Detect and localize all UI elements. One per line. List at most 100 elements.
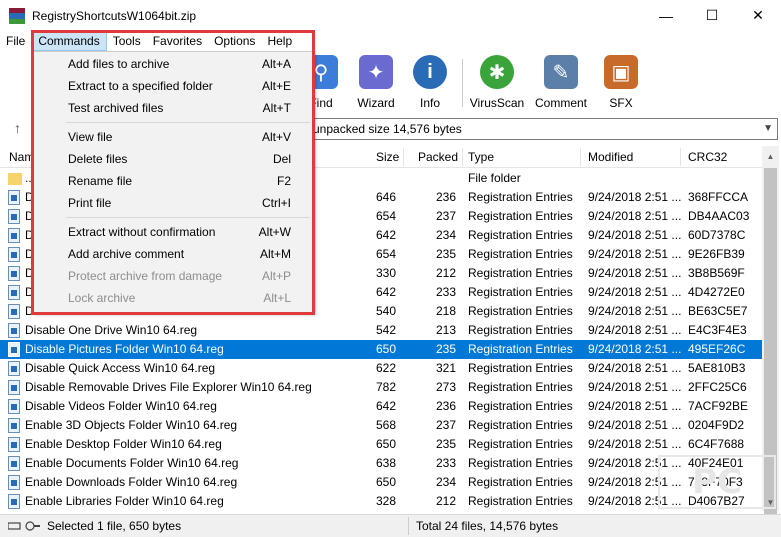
menu-tools[interactable]: Tools	[107, 31, 147, 51]
cell-size: 646	[375, 190, 396, 204]
cell-packed: 212	[435, 494, 456, 508]
menu-item-test-archived-files[interactable]: Test archived files Alt+T	[34, 97, 313, 119]
menu-item-print-file[interactable]: Print file Ctrl+I	[34, 192, 313, 214]
cell-crc32: 0204F9D2	[688, 418, 745, 432]
menu-item-shortcut: Alt+V	[261, 130, 291, 144]
info-icon: i	[413, 55, 447, 89]
cell-type: Registration Entries	[468, 209, 573, 223]
table-row[interactable]: Disable One Drive Win10 64.reg 542 213 Regi…	[0, 321, 762, 340]
menu-bar: File Commands Tools Favorites Options He…	[0, 31, 781, 51]
virusscan-button[interactable]: ✱ VirusScan	[467, 55, 527, 110]
reg-file-icon	[8, 399, 20, 414]
column-header-size[interactable]: Size	[376, 150, 399, 164]
cell-size: 622	[375, 361, 396, 375]
table-row[interactable]: Enable Downloads Folder Win10 64.reg 650 2…	[0, 473, 762, 492]
cell-name: Enable Downloads Folder Win10 64.reg	[25, 475, 238, 489]
table-row[interactable]: Enable Desktop Folder Win10 64.reg 650 235…	[0, 435, 762, 454]
menu-item-label: Add archive comment	[68, 247, 185, 261]
cell-packed: 235	[435, 437, 456, 451]
cell-name: Disable Pictures Folder Win10 64.reg	[25, 342, 224, 356]
cell-type: Registration Entries	[468, 494, 573, 508]
cell-name: Enable Libraries Folder Win10 64.reg	[25, 494, 224, 508]
cell-packed: 233	[435, 285, 456, 299]
table-row[interactable]: Enable Documents Folder Win10 64.reg 638 2…	[0, 454, 762, 473]
cell-size: 654	[375, 247, 396, 261]
menu-item-extract-to-a-specified-folder[interactable]: Extract to a specified folder Alt+E	[34, 75, 313, 97]
cell-size: 328	[375, 494, 396, 508]
menu-item-rename-file[interactable]: Rename file F2	[34, 170, 313, 192]
reg-file-icon	[8, 418, 20, 433]
cell-modified: 9/24/2018 2:51 ...	[588, 342, 682, 356]
cell-name: Disable Quick Access Win10 64.reg	[25, 361, 216, 375]
info-button[interactable]: i Info	[400, 55, 460, 110]
cell-packed: 321	[435, 361, 456, 375]
cell-modified: 9/24/2018 2:51 ...	[588, 399, 682, 413]
menu-item-label: Test archived files	[68, 101, 164, 115]
close-button[interactable]: ✕	[735, 0, 781, 31]
column-header-type[interactable]: Type	[468, 150, 494, 164]
menu-item-add-archive-comment[interactable]: Add archive comment Alt+M	[34, 243, 313, 265]
cell-packed: 237	[435, 209, 456, 223]
menu-item-label: Protect archive from damage	[68, 269, 223, 283]
cell-modified: 9/24/2018 2:51 ...	[588, 418, 682, 432]
cell-modified: 9/24/2018 2:51 ...	[588, 437, 682, 451]
reg-file-icon	[8, 285, 20, 300]
column-divider[interactable]	[580, 148, 581, 166]
cell-size: 642	[375, 399, 396, 413]
menu-item-extract-without-confirmation[interactable]: Extract without confirmation Alt+W	[34, 221, 313, 243]
table-row[interactable]: Disable Pictures Folder Win10 64.reg 650 2…	[0, 340, 762, 359]
menu-item-label: Extract without confirmation	[68, 225, 216, 239]
column-divider[interactable]	[462, 148, 463, 166]
menu-item-label: Delete files	[68, 152, 128, 166]
status-total-text: Total 24 files, 14,576 bytes	[416, 519, 559, 533]
reg-file-icon	[8, 190, 20, 205]
menu-file[interactable]: File	[0, 31, 31, 51]
menu-commands[interactable]: Commands	[31, 31, 107, 51]
cell-size: 568	[375, 418, 396, 432]
cell-crc32: 9E26FB39	[688, 247, 745, 261]
cell-packed: 273	[435, 380, 456, 394]
cell-crc32: 5AE810B3	[688, 361, 746, 375]
column-header-packed[interactable]: Packed	[418, 150, 458, 164]
table-row[interactable]: Disable Removable Drives File Explorer W…	[0, 378, 762, 397]
cell-type: Registration Entries	[468, 247, 573, 261]
reg-file-icon	[8, 266, 20, 281]
menu-item-view-file[interactable]: View file Alt+V	[34, 126, 313, 148]
menu-item-protect-archive-from-damage: Protect archive from damage Alt+P	[34, 265, 313, 287]
cell-modified: 9/24/2018 2:51 ...	[588, 304, 682, 318]
table-row[interactable]: Enable 3D Objects Folder Win10 64.reg 568…	[0, 416, 762, 435]
maximize-button[interactable]: ☐	[689, 0, 735, 31]
cell-crc32: BE63C5E7	[688, 304, 748, 318]
menu-help[interactable]: Help	[261, 31, 298, 51]
scroll-up-arrow-icon[interactable]: ▲	[762, 148, 779, 165]
sfx-label: SFX	[609, 96, 633, 110]
wizard-button[interactable]: ✦ Wizard	[346, 55, 406, 110]
magic-wand-icon: ✦	[359, 55, 393, 89]
cell-type: Registration Entries	[468, 342, 573, 356]
menu-item-shortcut: Ctrl+I	[261, 196, 291, 210]
menu-item-shortcut: Del	[272, 152, 291, 166]
folder-icon	[8, 173, 22, 185]
table-row[interactable]: Disable Videos Folder Win10 64.reg 642 236…	[0, 397, 762, 416]
minimize-button[interactable]: —	[643, 0, 689, 31]
up-arrow-icon[interactable]: ↑	[14, 120, 21, 136]
cell-packed: 235	[435, 342, 456, 356]
comment-icon: ✎	[544, 55, 578, 89]
chevron-down-icon[interactable]: ▼	[763, 119, 773, 139]
menu-item-shortcut: Alt+W	[258, 225, 291, 239]
menu-item-delete-files[interactable]: Delete files Del	[34, 148, 313, 170]
comment-button[interactable]: ✎ Comment	[531, 55, 591, 110]
menu-item-add-files-to-archive[interactable]: Add files to archive Alt+A	[34, 53, 313, 75]
table-row[interactable]: Enable Libraries Folder Win10 64.reg 328 2…	[0, 492, 762, 511]
table-row[interactable]: Disable Quick Access Win10 64.reg 622 321 R…	[0, 359, 762, 378]
sfx-button[interactable]: ▣ SFX	[591, 55, 651, 110]
column-header-crc32[interactable]: CRC32	[688, 150, 727, 164]
menu-options[interactable]: Options	[208, 31, 261, 51]
reg-file-icon	[8, 437, 20, 452]
title-bar: RegistryShortcutsW1064bit.zip — ☐ ✕	[0, 0, 781, 31]
menu-favorites[interactable]: Favorites	[147, 31, 208, 51]
column-divider[interactable]	[680, 148, 681, 166]
column-divider[interactable]	[403, 148, 404, 166]
winrar-app-icon	[9, 7, 25, 24]
column-header-modified[interactable]: Modified	[588, 150, 633, 164]
